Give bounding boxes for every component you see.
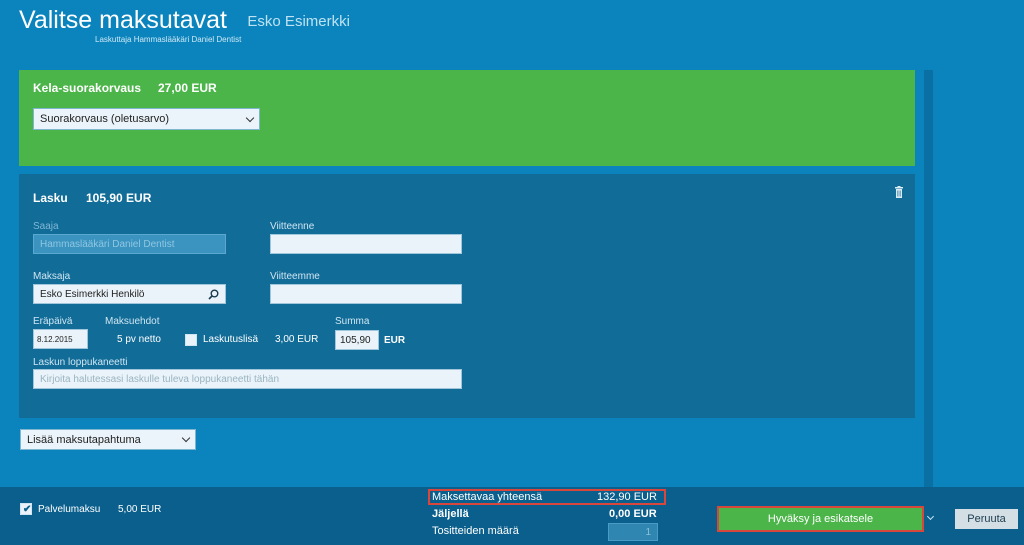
remaining-label: Jäljellä xyxy=(432,508,469,520)
service-fee-label: Palvelumaksu xyxy=(38,504,101,515)
kela-title: Kela-suorakorvaus xyxy=(33,81,142,95)
invoice-fee-value: 3,00 EUR xyxy=(275,334,319,345)
kela-type-select-value: Suorakorvaus (oletusarvo) xyxy=(40,113,170,125)
payment-terms-value: 5 pv netto xyxy=(117,334,161,345)
kela-panel: Kela-suorakorvaus 27,00 EUR Suorakorvaus… xyxy=(19,70,915,166)
sum-field[interactable]: 105,90 xyxy=(335,330,379,350)
chevron-down-icon xyxy=(181,433,191,443)
payer-value: Esko Esimerkki Henkilö xyxy=(40,288,145,300)
total-value: 132,90 EUR xyxy=(597,491,657,503)
closing-remark-label: Laskun loppukaneetti xyxy=(33,357,128,368)
biller-subtitle: Laskuttaja Hammaslääkäri Daniel Dentist xyxy=(95,35,242,44)
total-label: Maksettavaa yhteensä xyxy=(432,491,543,503)
remaining-value: 0,00 EUR xyxy=(609,508,657,520)
invoice-panel: Lasku 105,90 EUR Saaja Hammaslääkäri Dan… xyxy=(19,174,915,418)
your-reference-label: Viitteenne xyxy=(270,221,315,232)
page-header: Valitse maksutavat Esko Esimerkki xyxy=(19,6,350,35)
invoice-fee-label: Laskutuslisä xyxy=(203,334,259,345)
customer-name: Esko Esimerkki xyxy=(247,13,350,30)
payment-terms-label: Maksuehdot xyxy=(105,316,160,327)
add-payment-select-value: Lisää maksutapahtuma xyxy=(27,433,141,446)
closing-remark-placeholder: Kirjoita halutessasi laskulle tuleva lop… xyxy=(40,373,280,385)
receipts-field: 1 xyxy=(608,523,658,541)
due-date-label: Eräpäivä xyxy=(33,316,73,327)
checkmark-icon: ✔ xyxy=(23,504,32,515)
invoice-amount: 105,90 EUR xyxy=(86,191,152,205)
vertical-scrollbar[interactable] xyxy=(924,70,933,487)
your-reference-field[interactable] xyxy=(270,234,462,254)
recipient-field: Hammaslääkäri Daniel Dentist xyxy=(33,234,226,254)
chevron-down-icon xyxy=(245,113,255,122)
sum-label: Summa xyxy=(335,316,370,327)
our-reference-label: Viitteemme xyxy=(270,271,320,282)
search-icon[interactable] xyxy=(208,289,219,300)
trash-icon[interactable] xyxy=(894,186,904,198)
page-title: Valitse maksutavat xyxy=(19,6,227,34)
approve-preview-button[interactable]: Hyväksy ja esikatsele xyxy=(717,506,924,532)
invoice-fee-checkbox[interactable] xyxy=(185,334,197,346)
closing-remark-field[interactable]: Kirjoita halutessasi laskulle tuleva lop… xyxy=(33,369,462,389)
payer-field[interactable]: Esko Esimerkki Henkilö xyxy=(33,284,226,304)
sum-unit: EUR xyxy=(384,335,406,346)
recipient-label: Saaja xyxy=(33,221,59,232)
kela-amount: 27,00 EUR xyxy=(158,81,217,95)
receipts-label: Tositteiden määrä xyxy=(432,525,519,537)
invoice-title: Lasku xyxy=(33,191,68,205)
service-fee-value: 5,00 EUR xyxy=(118,504,162,515)
cancel-button[interactable]: Peruuta xyxy=(955,509,1018,529)
due-date-field[interactable]: 8.12.2015 xyxy=(33,329,88,349)
add-payment-select[interactable]: Lisää maksutapahtuma xyxy=(20,429,196,450)
our-reference-field[interactable] xyxy=(270,284,462,304)
kela-type-select[interactable]: Suorakorvaus (oletusarvo) xyxy=(33,108,260,130)
service-fee-checkbox[interactable]: ✔ xyxy=(20,503,32,515)
payer-label: Maksaja xyxy=(33,271,71,282)
